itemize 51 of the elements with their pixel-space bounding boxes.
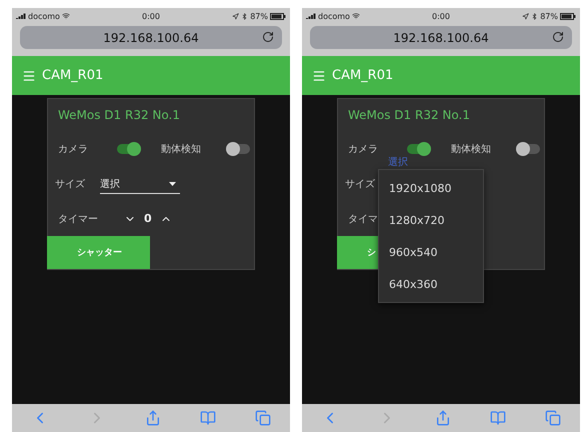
toggle-switch[interactable] [228, 144, 250, 154]
bookmarks-icon[interactable] [200, 410, 216, 426]
menu-option[interactable]: 1920x1080 [379, 172, 483, 204]
share-icon[interactable] [144, 410, 161, 426]
app-title: CAM_R01 [42, 68, 104, 83]
menu-icon[interactable] [22, 68, 36, 82]
timer-value: 0 [144, 212, 152, 226]
tabs-icon[interactable] [544, 410, 561, 426]
address-bar[interactable]: 192.168.100.64 [20, 26, 282, 49]
toggle-label: 動体検知 [161, 142, 202, 156]
timer-label: タイマー [58, 212, 99, 226]
toggle-switch[interactable] [518, 144, 540, 154]
card-title: WeMos D1 R32 No.1 [58, 108, 180, 122]
size-label: サイズ [345, 178, 376, 191]
toggle-label: カメラ [58, 143, 89, 156]
battery-icon [270, 12, 286, 20]
menu-option[interactable]: 1280x720 [379, 204, 483, 236]
carrier-name: docomo [28, 12, 60, 20]
signal-icon [16, 13, 26, 19]
menu-icon[interactable] [312, 68, 326, 82]
floating-label: 選択 [388, 156, 408, 169]
location-icon [232, 12, 240, 20]
toggle-switch[interactable] [117, 144, 139, 154]
reload-icon[interactable] [262, 31, 274, 43]
toggle-label: カメラ [348, 143, 379, 156]
carrier-name: docomo [318, 12, 350, 20]
caret-icon [169, 182, 176, 186]
battery-icon [560, 12, 576, 20]
size-label: サイズ [55, 178, 86, 191]
app-title: CAM_R01 [332, 68, 394, 83]
bluetooth-icon [531, 12, 538, 20]
share-icon[interactable] [434, 410, 451, 426]
menu-option[interactable]: 960x540 [379, 236, 483, 268]
size-select[interactable]: 選択 [100, 174, 180, 194]
toggle-switch[interactable] [407, 144, 429, 154]
wifi-icon [62, 12, 70, 20]
battery-percent: 87% [250, 12, 268, 20]
battery-percent: 87% [540, 12, 558, 20]
reload-icon[interactable] [552, 31, 564, 43]
signal-icon [306, 13, 316, 19]
address-bar[interactable]: 192.168.100.64 [310, 26, 572, 49]
bookmarks-icon[interactable] [490, 410, 506, 426]
card-title: WeMos D1 R32 No.1 [348, 108, 470, 122]
menu-option[interactable]: 640x360 [379, 268, 483, 300]
wifi-icon [352, 12, 360, 20]
toggle-label: 動体検知 [451, 142, 492, 156]
clock-time: 0:00 [432, 12, 450, 20]
bluetooth-icon [241, 12, 248, 20]
clock-time: 0:00 [142, 12, 160, 20]
tabs-icon[interactable] [254, 410, 271, 426]
location-icon [522, 12, 530, 20]
